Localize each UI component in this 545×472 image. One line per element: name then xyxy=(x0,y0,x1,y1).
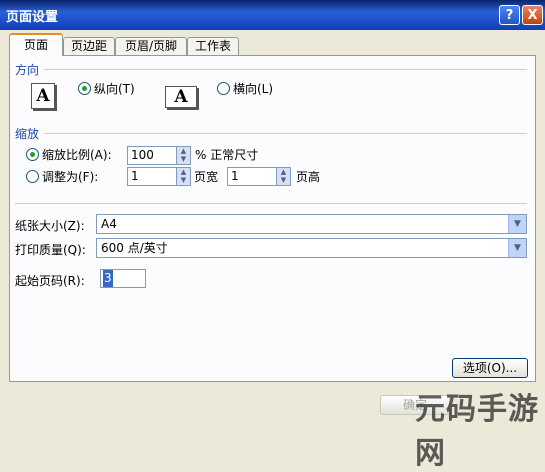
fit-radio[interactable] xyxy=(26,170,39,183)
portrait-icon: A xyxy=(31,83,55,109)
chevron-down-icon[interactable]: ▼ xyxy=(508,239,526,257)
paper-size-label: 纸张大小(Z): xyxy=(15,219,85,233)
print-quality-label: 打印质量(Q): xyxy=(15,243,86,257)
paper-size-value: A4 xyxy=(101,217,117,231)
orientation-heading: 方向 xyxy=(15,63,40,77)
first-page-value: 3 xyxy=(103,270,113,287)
scale-suffix: % 正常尺寸 xyxy=(195,148,259,162)
help-button[interactable]: ? xyxy=(499,5,520,25)
window-title: 页面设置 xyxy=(6,10,59,25)
portrait-radio[interactable] xyxy=(78,82,91,95)
fit-tall-spinner[interactable]: ▲ ▼ xyxy=(276,167,291,186)
landscape-radio[interactable] xyxy=(217,82,230,95)
fit-tall-input[interactable]: 1 xyxy=(227,167,277,186)
orientation-divider xyxy=(44,69,527,70)
fit-wide-suffix: 页宽 xyxy=(194,170,219,184)
first-page-input[interactable]: 3 xyxy=(100,269,146,288)
section-divider xyxy=(15,203,527,204)
title-bar: 页面设置 ? X xyxy=(0,0,545,30)
scale-label[interactable]: 缩放比例(A): xyxy=(42,146,112,163)
tab-page[interactable]: 页面 xyxy=(9,33,63,56)
print-quality-value: 600 点/英寸 xyxy=(101,241,168,255)
scaling-heading: 缩放 xyxy=(15,127,40,141)
tab-header-footer[interactable]: 页眉/页脚 xyxy=(115,37,187,55)
options-button[interactable]: 选项(O)... xyxy=(452,358,528,378)
fit-label[interactable]: 调整为(F): xyxy=(42,168,98,185)
fit-tall-suffix: 页高 xyxy=(296,170,321,184)
scale-radio[interactable] xyxy=(26,148,39,161)
portrait-label[interactable]: 纵向(T) xyxy=(94,80,135,97)
close-button[interactable]: X xyxy=(522,5,543,25)
fit-wide-spinner[interactable]: ▲ ▼ xyxy=(176,167,191,186)
watermark-logo: 元码手游网 xyxy=(415,392,539,471)
fit-wide-input[interactable]: 1 xyxy=(127,167,177,186)
tab-sheet[interactable]: 工作表 xyxy=(187,37,239,55)
paper-size-select[interactable]: A4 ▼ xyxy=(96,214,527,234)
scale-input[interactable]: 100 xyxy=(127,146,177,165)
landscape-label[interactable]: 横向(L) xyxy=(233,80,273,97)
tab-margins[interactable]: 页边距 xyxy=(63,37,115,55)
first-page-label: 起始页码(R): xyxy=(15,274,85,288)
scale-spinner[interactable]: ▲ ▼ xyxy=(176,146,191,165)
scaling-divider xyxy=(44,133,527,134)
landscape-icon: A xyxy=(165,86,197,108)
print-quality-select[interactable]: 600 点/英寸 ▼ xyxy=(96,238,527,258)
chevron-down-icon[interactable]: ▼ xyxy=(508,215,526,233)
